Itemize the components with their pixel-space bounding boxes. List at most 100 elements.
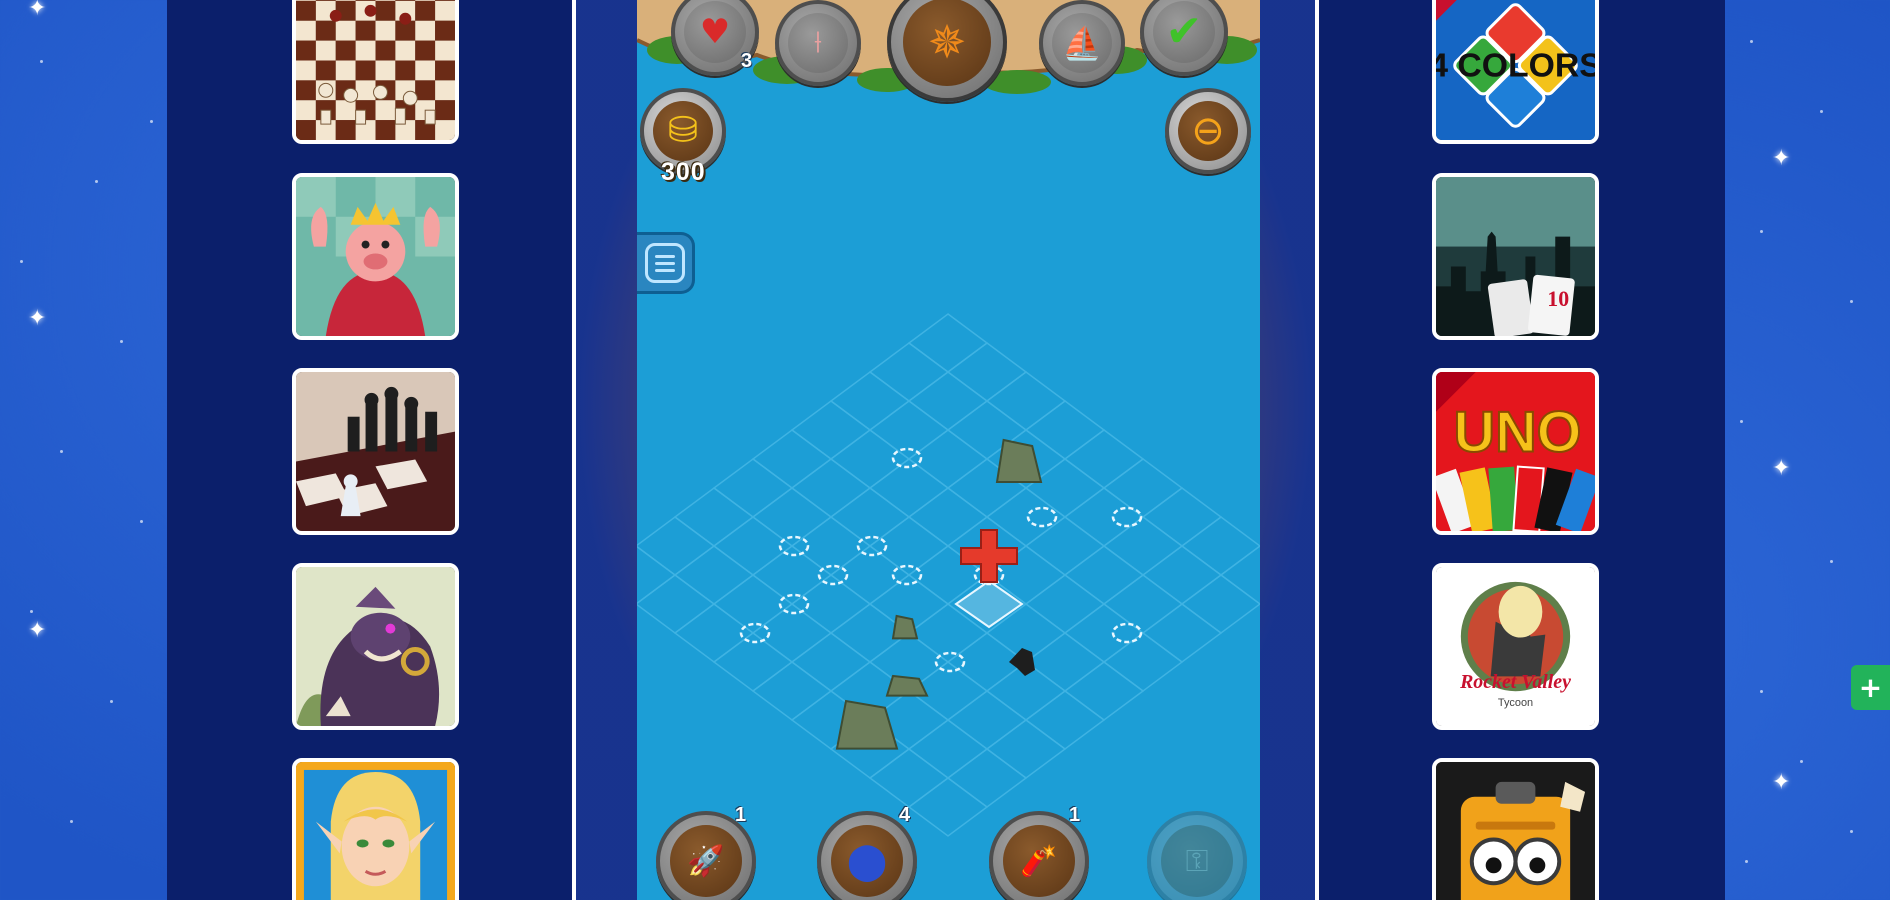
chess-pieces-icon	[296, 372, 455, 531]
water-ripple	[778, 535, 810, 557]
sea-tile	[907, 371, 989, 431]
sea-tile	[1141, 603, 1223, 663]
sea-tile	[712, 458, 794, 518]
sea-tile	[1024, 516, 1106, 576]
sea-tile	[1180, 516, 1260, 576]
torpedo-icon: 🚀	[687, 843, 725, 879]
sea-tile	[1024, 690, 1106, 750]
sea-tile	[1024, 574, 1106, 634]
rock	[835, 699, 899, 750]
sea-tile	[985, 487, 1067, 547]
star-icon: ✦	[1772, 146, 1791, 171]
mines-count: 4	[899, 804, 911, 826]
sea-tile	[946, 748, 1028, 808]
locked-item-button[interactable]: ⚿	[1147, 811, 1247, 900]
sea-tile	[907, 719, 989, 779]
water-ripple	[1111, 622, 1143, 644]
sea-tile	[751, 661, 833, 721]
sea-tile	[673, 487, 755, 547]
four-colors-number: 4 COLORS	[1436, 46, 1595, 84]
sea-tile	[1102, 458, 1184, 518]
star-icon: ✦	[28, 618, 47, 643]
sea-tile	[868, 342, 950, 402]
water-ripple	[1026, 506, 1058, 528]
water-ripple	[856, 535, 888, 557]
right-game-column: 4 COLORS 10 UNO Rocket Valley Tycoon	[1319, 0, 1725, 900]
water-ripple	[1111, 506, 1143, 528]
game-thumb-monster[interactable]	[292, 563, 459, 730]
sea-tile	[829, 371, 911, 431]
sea-tile	[868, 748, 950, 808]
selected-tile	[954, 579, 1024, 629]
sea-tile	[829, 429, 911, 489]
sea-tile	[1063, 603, 1145, 663]
sea-tile	[673, 545, 755, 605]
sea-tile	[907, 313, 989, 373]
city-skyline-cards-icon: 10	[1436, 177, 1595, 336]
sea-tile	[1180, 574, 1260, 634]
sea-tile	[1063, 487, 1145, 547]
sea-tile	[751, 429, 833, 489]
sea-tile	[907, 487, 989, 547]
sea-tile	[1102, 516, 1184, 576]
sea-tile	[790, 400, 872, 460]
rock	[995, 438, 1043, 483]
game-thumb-3d-chess[interactable]	[292, 368, 459, 535]
sea-tile	[946, 342, 1028, 402]
target-cursor-icon	[960, 529, 1018, 583]
sea-tile	[1141, 487, 1223, 547]
side-plus-tab[interactable]: +	[1851, 665, 1890, 710]
water-ripple	[778, 593, 810, 615]
rocket-valley-logo-icon: Rocket Valley Tycoon	[1436, 567, 1595, 726]
water-ripple	[739, 622, 771, 644]
game-frame: ♥ 3 ⟊ ✵ ⛵ ✔ ⛁ 300 ⊖ 🚀 1 ⬤ 4 🧨 1 ⚿	[572, 0, 1319, 900]
dynamite-count: 1	[1069, 804, 1081, 826]
sea-tile	[985, 371, 1067, 431]
game-thumb-rocket-valley[interactable]: Rocket Valley Tycoon	[1432, 563, 1599, 730]
star-icon: ✦	[28, 0, 47, 21]
sea-tile	[1102, 574, 1184, 634]
sea-grid	[637, 313, 1260, 837]
orange-robot-icon	[1436, 762, 1595, 900]
sea-tile	[637, 516, 716, 576]
sea-tile	[1024, 632, 1106, 692]
game-thumb-robot[interactable]	[1432, 758, 1599, 900]
game-thumb-4-colors[interactable]: 4 COLORS	[1432, 0, 1599, 144]
star-icon: ✦	[1772, 770, 1791, 795]
sea-tile	[907, 777, 989, 837]
sea-tile	[985, 719, 1067, 779]
star-icon: ✦	[1772, 456, 1791, 481]
sea-tile	[1024, 400, 1106, 460]
card-number: 10	[1547, 287, 1569, 311]
game-thumb-uno[interactable]: UNO	[1432, 368, 1599, 535]
sea-tile	[790, 458, 872, 518]
star-icon: ✦	[28, 306, 47, 331]
rock	[891, 614, 919, 640]
game-canvas[interactable]: ♥ 3 ⟊ ✵ ⛵ ✔ ⛁ 300 ⊖ 🚀 1 ⬤ 4 🧨 1 ⚿	[637, 0, 1260, 900]
uno-logo-text: UNO	[1453, 401, 1581, 465]
game-thumb-city-solitaire[interactable]: 10	[1432, 173, 1599, 340]
sea-tile	[946, 690, 1028, 750]
mine-cluster-icon: ⬤	[846, 840, 888, 882]
sea-tile	[1063, 545, 1145, 605]
chess-board-icon	[296, 0, 455, 140]
sea-tile	[637, 545, 677, 605]
sea-tile	[1141, 545, 1223, 605]
purple-monster-icon	[296, 567, 455, 726]
dynamite-icon: 🧨	[1020, 843, 1058, 879]
uno-cards-icon: UNO	[1436, 372, 1595, 531]
water-ripple	[934, 651, 966, 673]
rock	[885, 674, 929, 697]
sea-tile	[1063, 661, 1145, 721]
sea-tile	[637, 574, 716, 634]
left-game-column	[167, 0, 572, 900]
rocket-valley-subtitle: Tycoon	[1498, 697, 1533, 709]
game-thumb-king-pig[interactable]	[292, 173, 459, 340]
locked-item-icon: ⚿	[1185, 843, 1209, 879]
game-thumb-elf[interactable]	[292, 758, 459, 900]
elf-portrait-icon	[296, 762, 455, 900]
colored-cards-icon: 4 COLORS	[1436, 0, 1595, 140]
torpedo-count: 1	[735, 804, 747, 826]
game-thumb-chess-board[interactable]	[292, 0, 459, 144]
sea-tile	[1063, 429, 1145, 489]
